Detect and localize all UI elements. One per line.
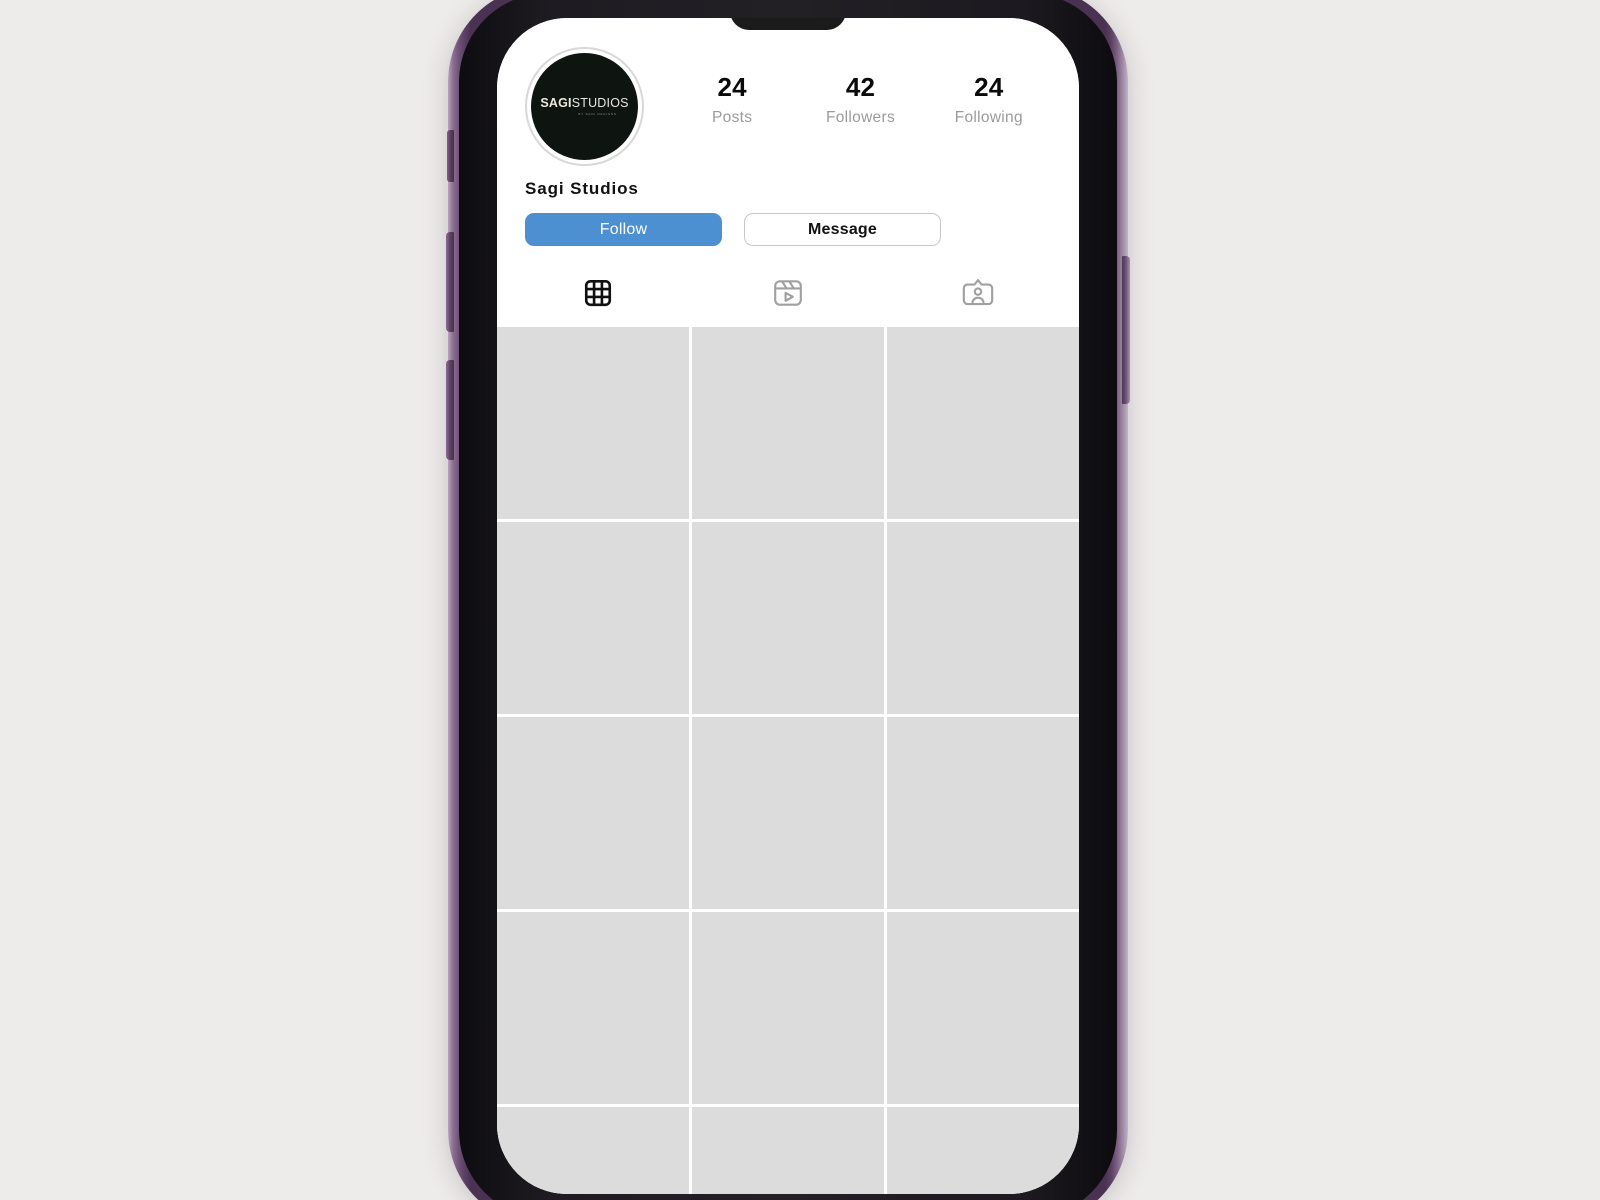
phone-device: SAGISTUDIOS BY SAGI DESIGNS 24 Posts 42 <box>446 0 1130 1200</box>
grid-icon <box>583 278 613 313</box>
grid-tile[interactable] <box>497 912 689 1104</box>
grid-tile[interactable] <box>887 327 1079 519</box>
tagged-icon <box>961 276 995 315</box>
stat-following[interactable]: 24 Following <box>953 73 1025 127</box>
follow-button[interactable]: Follow <box>525 213 722 246</box>
stat-followers-value: 42 <box>845 72 876 102</box>
avatar[interactable]: SAGISTUDIOS BY SAGI DESIGNS <box>525 47 644 166</box>
dynamic-island <box>730 18 846 30</box>
tab-posts[interactable] <box>503 272 693 318</box>
grid-tile[interactable] <box>692 717 884 909</box>
grid-tile[interactable] <box>497 717 689 909</box>
avatar-logo-subtitle: BY SAGI DESIGNS <box>578 111 617 116</box>
tab-tagged[interactable] <box>883 272 1073 318</box>
profile-actions: Follow Message <box>497 199 1079 246</box>
stat-posts[interactable]: 24 Posts <box>696 73 768 127</box>
reels-icon <box>772 277 804 314</box>
silent-switch[interactable] <box>447 130 454 182</box>
stat-posts-label: Posts <box>712 108 753 126</box>
grid-tile[interactable] <box>887 1107 1079 1194</box>
profile-tab-bar <box>497 272 1079 318</box>
phone-bezel: SAGISTUDIOS BY SAGI DESIGNS 24 Posts 42 <box>459 0 1117 1200</box>
photo-grid <box>497 327 1079 1194</box>
grid-tile[interactable] <box>887 912 1079 1104</box>
grid-tile[interactable] <box>497 522 689 714</box>
phone-screen: SAGISTUDIOS BY SAGI DESIGNS 24 Posts 42 <box>497 18 1079 1194</box>
grid-tile[interactable] <box>692 522 884 714</box>
avatar-image: SAGISTUDIOS BY SAGI DESIGNS <box>531 53 638 160</box>
grid-tile[interactable] <box>497 1107 689 1194</box>
grid-tile[interactable] <box>692 327 884 519</box>
tab-reels[interactable] <box>693 272 883 318</box>
stat-followers-label: Followers <box>825 108 895 126</box>
grid-tile[interactable] <box>692 912 884 1104</box>
volume-up-button[interactable] <box>446 232 454 332</box>
profile-header: SAGISTUDIOS BY SAGI DESIGNS 24 Posts 42 <box>497 18 1079 166</box>
instagram-profile-screen: SAGISTUDIOS BY SAGI DESIGNS 24 Posts 42 <box>497 18 1079 1194</box>
stat-following-value: 24 <box>974 72 1004 102</box>
stat-following-label: Following <box>954 108 1023 126</box>
volume-down-button[interactable] <box>446 360 454 460</box>
stat-followers[interactable]: 42 Followers <box>824 73 896 127</box>
grid-tile[interactable] <box>692 1107 884 1194</box>
grid-tile[interactable] <box>887 717 1079 909</box>
message-button[interactable]: Message <box>744 213 941 246</box>
avatar-logo-bold-text: SAGI <box>540 96 572 111</box>
profile-stats: 24 Posts 42 Followers 24 Following <box>644 47 1055 127</box>
avatar-logo: SAGISTUDIOS <box>540 97 628 110</box>
avatar-logo-light-text: STUDIOS <box>571 96 629 111</box>
grid-tile[interactable] <box>887 522 1079 714</box>
power-button[interactable] <box>1122 256 1130 404</box>
profile-display-name: Sagi Studios <box>525 179 639 198</box>
stat-posts-value: 24 <box>717 72 747 102</box>
grid-tile[interactable] <box>497 327 689 519</box>
